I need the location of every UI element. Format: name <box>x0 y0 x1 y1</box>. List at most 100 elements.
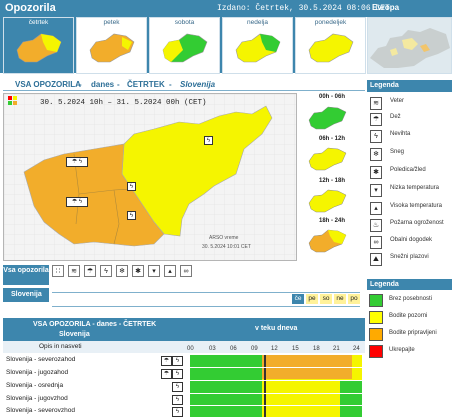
europe-map-thumbnail[interactable] <box>367 17 452 74</box>
rain-icon[interactable]: ☂ <box>161 369 172 379</box>
app-title: Opozorila <box>5 2 56 14</box>
map-warning-icon-central[interactable]: ϟ <box>127 182 136 191</box>
map-thumbnail-icon <box>16 33 62 63</box>
time-slot-map-icon[interactable] <box>306 144 358 174</box>
thunderstorm-icon[interactable]: ϟ <box>172 382 183 392</box>
legend-item: ☂ Dež <box>370 113 450 126</box>
row-sep <box>190 405 362 406</box>
map-warning-icon-northeast[interactable]: ϟ <box>204 136 213 145</box>
filter-ice-icon[interactable]: ✱ <box>132 265 144 277</box>
rain-icon: ☂ <box>370 113 382 126</box>
tab-ponedeljek[interactable]: ponedeljek <box>295 17 366 74</box>
high-temp-icon: ▴ <box>370 202 382 215</box>
tab-nedelja[interactable]: nedelja <box>222 17 293 74</box>
issued-text: Izdano: Četrtek, 30.5.2024 08:06 CET <box>217 4 390 13</box>
tab-petek[interactable]: petek <box>76 17 147 74</box>
time-slot-map-icon[interactable] <box>306 186 358 216</box>
filter-low-temp-icon[interactable]: ▾ <box>148 265 160 277</box>
table-subheader: Opis in nasveti <box>3 341 365 353</box>
time-slot-map-icon[interactable] <box>306 103 358 133</box>
thunderstorm-icon[interactable]: ϟ <box>172 407 183 417</box>
fire-icon: ♨ <box>370 219 382 232</box>
tab-cetrtek[interactable]: četrtek <box>3 17 74 74</box>
day-btn-po[interactable]: po <box>348 294 360 304</box>
time-slots: 00h - 06h 06h - 12h 12h - 18h 18h - 24h <box>300 93 364 261</box>
legend2-header: Legenda <box>367 279 452 290</box>
slovenija-button[interactable]: Slovenija <box>3 288 49 302</box>
hour-tick: 06 <box>230 346 237 352</box>
tab-sobota[interactable]: sobota <box>149 17 220 74</box>
legend-label: Nizka temperatura <box>390 185 440 191</box>
map-warning-icon-southwest[interactable]: ☂ ϟ <box>66 197 88 207</box>
level-label: Brez posebnosti <box>389 296 433 302</box>
day-btn-ne[interactable]: ne <box>334 294 346 304</box>
day-btn-ce[interactable]: če <box>292 294 304 304</box>
timeline-bar <box>340 381 362 417</box>
legend-item: ϟ Nevihta <box>370 130 450 143</box>
coastal-icon: ∞ <box>370 236 382 249</box>
level-swatch-orange <box>369 328 383 341</box>
table-row[interactable]: Slovenija - jugozahod <box>4 369 161 379</box>
tab-evropa[interactable]: Evropa <box>372 3 399 12</box>
day-btn-pe[interactable]: pe <box>306 294 318 304</box>
legend-label: Visoka temperatura <box>390 203 442 209</box>
legend-header: Legenda <box>367 80 452 92</box>
low-temp-icon: ▾ <box>370 184 382 197</box>
filter-snow-icon[interactable]: ❄ <box>116 265 128 277</box>
time-slot-label: 12h - 18h <box>318 178 345 184</box>
time-slot-label: 18h - 24h <box>318 218 345 224</box>
legend-level: Brez posebnosti <box>369 294 452 307</box>
main-map[interactable]: ☂ ϟ ☂ ϟ ϟ ϟ ϟ 30. 5.2024 10h – 31. 5.202… <box>3 93 297 261</box>
filter-thunderstorm-icon[interactable]: ϟ <box>100 265 112 277</box>
filter-high-temp-icon[interactable]: ▴ <box>164 265 176 277</box>
hour-tick: 09 <box>251 346 258 352</box>
table-row[interactable]: Slovenija - severozahod <box>4 356 161 366</box>
thunderstorm-icon[interactable]: ϟ <box>172 369 183 379</box>
filter-all-icon[interactable]: ∷ <box>52 265 64 277</box>
ice-icon: ✱ <box>370 166 382 179</box>
timeline-bar <box>190 355 262 417</box>
wind-icon: ≋ <box>370 97 382 110</box>
table-title: VSA OPOZORILA - danes - ČETRTEK <box>33 321 157 328</box>
legend-label: Snežni plazovi <box>390 254 429 260</box>
table-row[interactable]: Slovenija - severovzhod <box>4 407 161 417</box>
europe-map-icon <box>368 18 451 73</box>
map-thumbnail-icon <box>235 33 281 63</box>
controls-divider <box>52 292 360 293</box>
legend-label: Sneg <box>390 149 405 155</box>
time-slot-map-icon[interactable] <box>306 226 358 256</box>
filter-rain-icon[interactable]: ☂ <box>84 265 96 277</box>
legend-item: ✱ Poledica/žled <box>370 166 450 179</box>
vsa-label: Vsa opozorila <box>3 267 49 274</box>
vsa-opozorila-button[interactable]: Vsa opozorila <box>3 265 49 285</box>
filter-wind-icon[interactable]: ≋ <box>68 265 80 277</box>
slovenija-label: Slovenija <box>11 291 42 298</box>
rain-icon[interactable]: ☂ <box>161 356 172 366</box>
filter-icons: ∷ ≋ ☂ ϟ ❄ ✱ ▾ ▴ ∞ <box>52 265 202 281</box>
legend-item: ▾ Nizka temperatura <box>370 184 450 197</box>
title-part-danes: danes <box>91 80 115 89</box>
thunderstorm-icon: ϟ <box>370 130 382 143</box>
level-swatch-green <box>369 294 383 307</box>
table-row[interactable]: Slovenija - jugovzhod <box>4 395 161 405</box>
title-part-vsa: VSA OPOZORILA <box>15 80 81 89</box>
legend-item: ∞ Obalni dogodek <box>370 236 450 249</box>
hour-tick: 03 <box>209 346 216 352</box>
table-sub-left: Opis in nasveti <box>39 343 82 350</box>
tab-label: četrtek <box>28 19 49 26</box>
thunderstorm-icon[interactable]: ϟ <box>172 395 183 405</box>
thunderstorm-icon[interactable]: ϟ <box>172 356 183 366</box>
legend-label: Poledica/žled <box>390 167 426 173</box>
credit-line1: ARSO vreme <box>209 235 239 241</box>
title-part-region: Slovenija <box>180 80 216 89</box>
filter-coastal-icon[interactable]: ∞ <box>180 265 192 277</box>
day-btn-so[interactable]: so <box>320 294 332 304</box>
hour-tick: 00 <box>187 346 194 352</box>
map-warning-icon-southeast[interactable]: ϟ <box>127 211 136 220</box>
map-warning-icon-west[interactable]: ☂ ϟ <box>66 157 88 167</box>
title-part-day: ČETRTEK <box>127 80 165 89</box>
level-swatch-yellow <box>369 311 383 324</box>
legend-item: ≋ Veter <box>370 97 450 110</box>
now-line <box>264 355 266 417</box>
table-row[interactable]: Slovenija - osrednja <box>4 382 161 392</box>
